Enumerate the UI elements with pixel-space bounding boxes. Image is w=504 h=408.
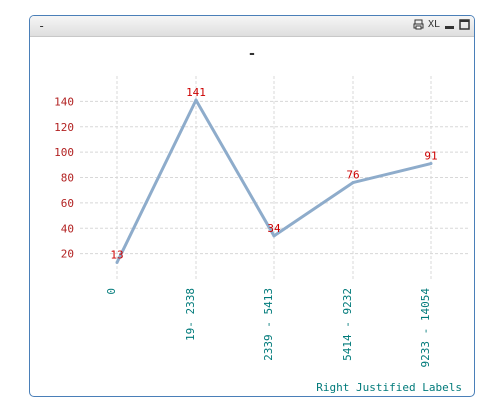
- x-tick-label: 9233 - 14054: [419, 288, 432, 368]
- x-tick-label: 19- 2338: [184, 288, 197, 341]
- y-tick-label: 100: [54, 146, 74, 159]
- data-label: 76: [346, 169, 359, 182]
- data-label: 91: [424, 150, 437, 163]
- chart-footer-label: Right Justified Labels: [316, 381, 462, 394]
- y-tick-label: 140: [54, 95, 74, 108]
- x-tick-label: 5414 - 9232: [341, 288, 354, 361]
- y-tick-label: 60: [61, 197, 74, 210]
- data-label: 34: [267, 222, 281, 235]
- y-tick-label: 80: [61, 172, 74, 185]
- y-tick-label: 20: [61, 248, 74, 261]
- y-tick-label: 120: [54, 121, 74, 134]
- x-tick-label: 2339 - 5413: [262, 288, 275, 361]
- chart-window: - XL - 20 40 60 80 100 120 140 13 141 34 76 91 0 19- …: [29, 15, 475, 397]
- line-chart: 20 40 60 80 100 120 140 13 141 34 76 91 0 19- 2338 233…: [54, 76, 468, 368]
- x-tick-label: 0: [105, 288, 118, 295]
- y-tick-label: 40: [61, 222, 74, 235]
- data-label: 13: [110, 249, 123, 262]
- data-label: 141: [186, 86, 206, 99]
